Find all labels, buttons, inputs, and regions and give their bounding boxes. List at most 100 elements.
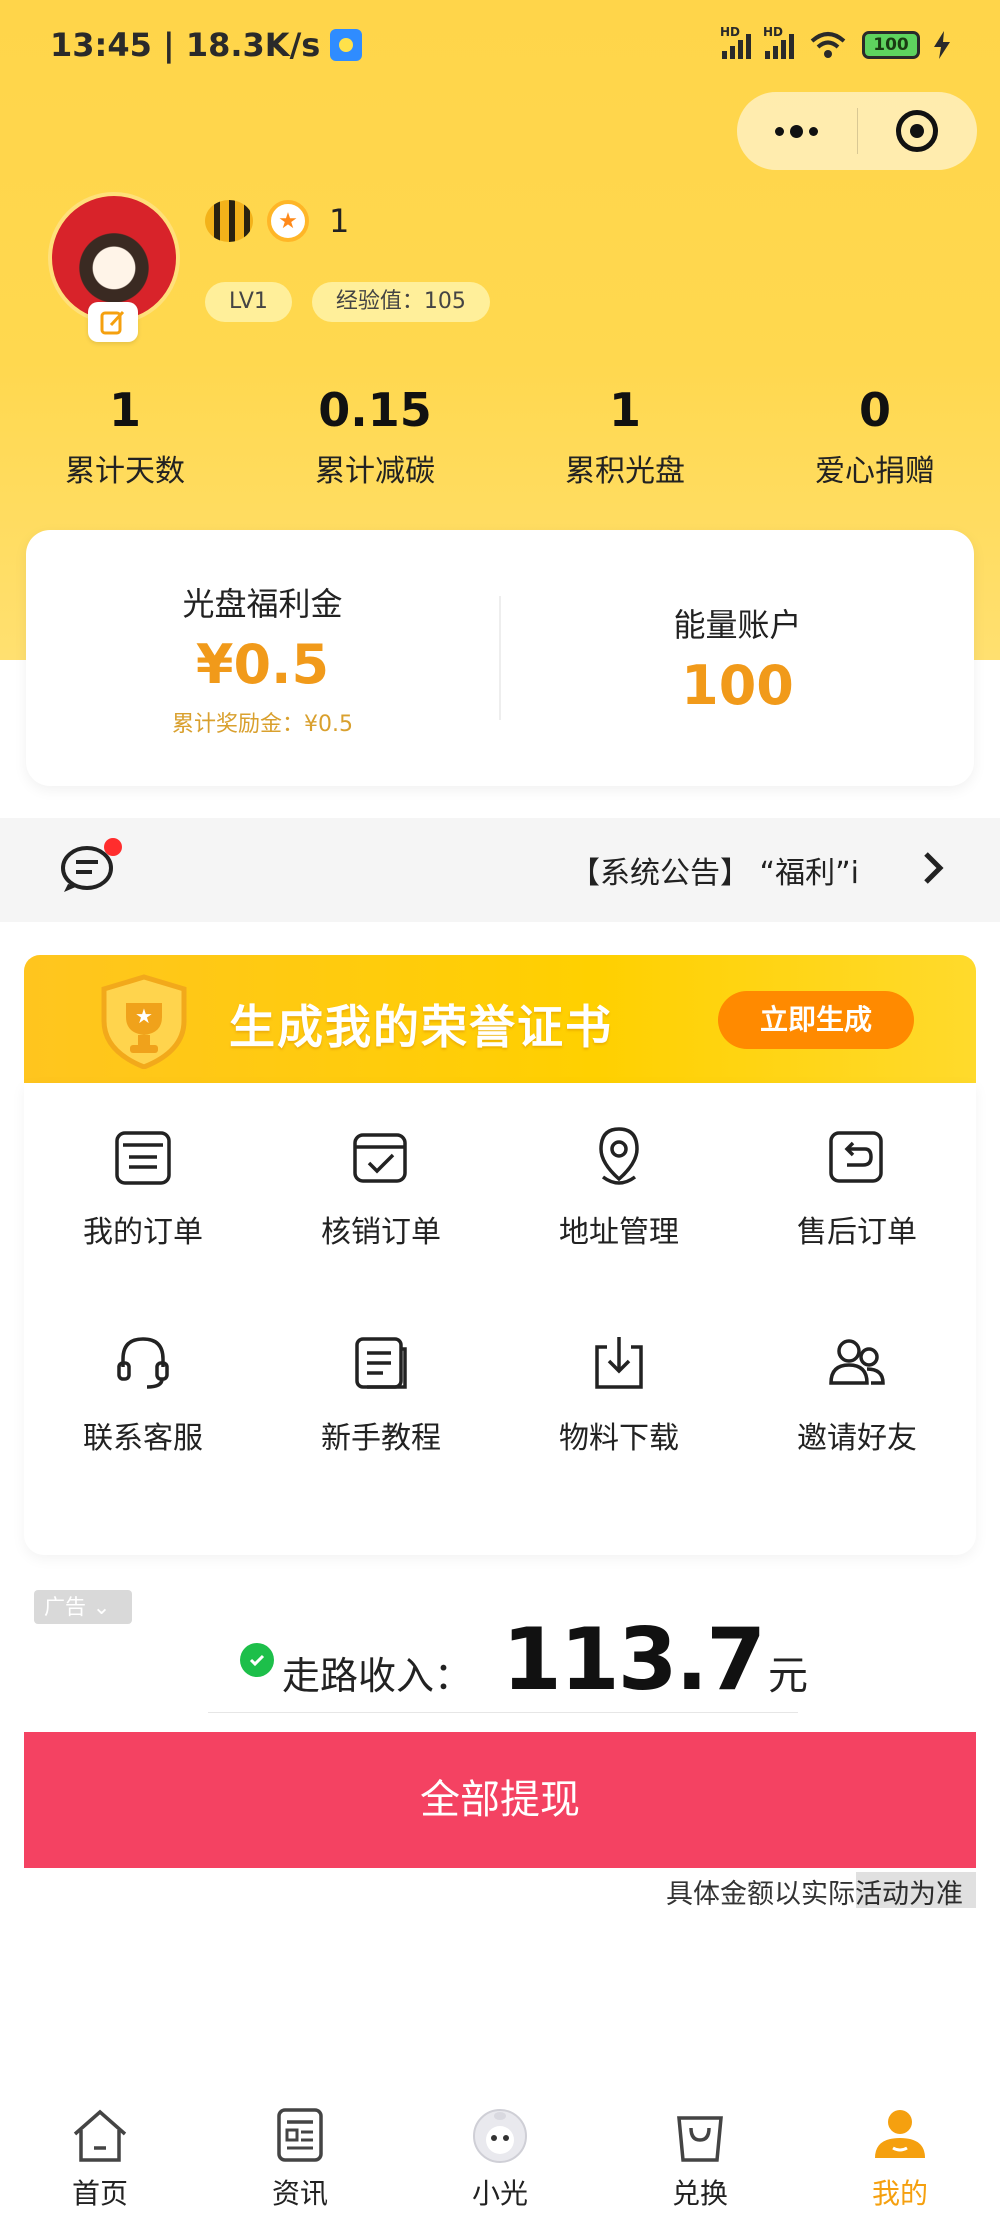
energy-title: 能量账户	[673, 605, 802, 644]
stat-label: 累计天数	[65, 454, 185, 489]
status-bar: 13:45 | 18.3K/s HD HD 100	[0, 0, 1000, 90]
order-list-icon	[115, 1131, 171, 1185]
stat-value: 0	[858, 383, 891, 437]
trophy-shield-icon: ★	[101, 974, 187, 1069]
stat-value: 0.15	[318, 383, 432, 437]
stat-item[interactable]: 0.15 累计减碳	[250, 380, 500, 490]
walk-income-amount: 113.7	[502, 1610, 766, 1710]
signal-icon: HD	[720, 25, 751, 59]
menu-label: 物料下载	[559, 1421, 679, 1456]
stat-value: 1	[108, 383, 141, 437]
tab-label: 兑换	[671, 2177, 728, 2210]
menu-item-invite[interactable]: 邀请好友	[738, 1329, 976, 1535]
menu-item-verify-orders[interactable]: 核销订单	[262, 1123, 500, 1329]
walk-income: 走路收入： 113.7 元	[240, 1610, 808, 1710]
stat-item[interactable]: 1 累计天数	[0, 380, 250, 490]
energy-amount: 100	[681, 653, 794, 717]
headset-icon	[117, 1337, 169, 1389]
news-icon	[277, 2108, 323, 2162]
menu-item-after-sale[interactable]: 售后订单	[738, 1123, 976, 1329]
invite-friends-icon	[829, 1339, 885, 1385]
menu-label: 地址管理	[559, 1215, 679, 1250]
chevron-down-icon: ⌄	[92, 1595, 111, 1619]
withdraw-all-button[interactable]: 全部提现	[24, 1732, 976, 1868]
ad-label: 广告	[44, 1595, 86, 1619]
walk-income-unit: 元	[768, 1653, 809, 1699]
tab-mine[interactable]: 我的	[800, 2090, 1000, 2222]
tab-label: 资讯	[271, 2177, 328, 2210]
notice-text: 【系统公告】 “福利”i	[570, 856, 859, 891]
user-icon	[875, 2110, 925, 2158]
menu-label: 联系客服	[83, 1421, 203, 1456]
welfare-subtotal: 累计奖励金：¥0.5	[172, 711, 353, 737]
generate-certificate-button[interactable]: 立即生成	[718, 991, 914, 1049]
menu-item-address[interactable]: 地址管理	[500, 1123, 738, 1329]
menu-item-customer-service[interactable]: 联系客服	[24, 1329, 262, 1535]
walk-income-label: 走路收入：	[282, 1654, 473, 1698]
bottom-tab-bar: 首页 资讯 小光 兑换 我的	[0, 2090, 1000, 2222]
tab-label: 小光	[471, 2177, 528, 2210]
menu-item-download[interactable]: 物料下载	[500, 1329, 738, 1535]
menu-label: 售后订单	[797, 1215, 917, 1250]
tab-xiaoguang[interactable]: 小光	[400, 2090, 600, 2222]
menu-label: 核销订单	[321, 1215, 441, 1250]
stat-item[interactable]: 1 累积光盘	[500, 380, 750, 490]
divider	[208, 1712, 798, 1713]
stat-label: 累积光盘	[565, 454, 685, 489]
welfare-fund[interactable]: 光盘福利金 ¥0.5 累计奖励金：¥0.5	[26, 579, 499, 738]
chevron-right-icon	[924, 852, 944, 884]
verify-order-icon	[353, 1133, 407, 1183]
more-dots-icon	[775, 124, 819, 138]
bee-badge-icon	[205, 200, 253, 242]
miniprogram-capsule	[737, 92, 977, 170]
shopping-bag-icon	[677, 2116, 723, 2162]
status-time-speed: 13:45 | 18.3K/s	[50, 26, 321, 64]
menu-label: 新手教程	[321, 1421, 441, 1456]
tab-label: 首页	[71, 2177, 128, 2210]
wallet-card: 光盘福利金 ¥0.5 累计奖励金：¥0.5 能量账户 100	[26, 530, 974, 786]
menu-item-tutorial[interactable]: 新手教程	[262, 1329, 500, 1535]
check-circle-icon	[240, 1643, 274, 1677]
home-icon	[73, 2109, 127, 2162]
certificate-banner[interactable]: ★ 生成我的荣誉证书 立即生成	[24, 955, 976, 1083]
unread-dot	[104, 838, 122, 856]
menu-item-my-orders[interactable]: 我的订单	[24, 1123, 262, 1329]
notification-app-icon	[330, 29, 363, 61]
close-miniprogram-button[interactable]	[858, 92, 978, 170]
mascot-icon	[473, 2109, 527, 2163]
edit-profile-button[interactable]	[88, 302, 138, 342]
menu-label: 我的订单	[83, 1215, 203, 1250]
notice-bar[interactable]: 【系统公告】 “福利”i	[0, 818, 1000, 922]
stat-item[interactable]: 0 爱心捐赠	[750, 380, 1000, 490]
ad-tag[interactable]: 广告 ⌄	[34, 1590, 132, 1624]
tutorial-doc-icon	[355, 1337, 407, 1389]
location-pin-icon	[599, 1127, 639, 1185]
charging-bolt-icon	[934, 31, 950, 59]
more-menu-button[interactable]	[737, 92, 857, 170]
download-icon	[595, 1337, 643, 1389]
stats-row: 1 累计天数 0.15 累计减碳 1 累积光盘 0 爱心捐赠	[0, 380, 1000, 490]
welfare-amount: ¥0.5	[195, 632, 330, 696]
menu-label: 邀请好友	[797, 1421, 917, 1456]
energy-account[interactable]: 能量账户 100	[501, 600, 974, 717]
welfare-title: 光盘福利金	[182, 584, 343, 623]
overlay-shade	[856, 1872, 976, 1908]
tab-label: 我的	[871, 2177, 928, 2210]
edit-icon	[100, 310, 125, 335]
stat-label: 累计减碳	[315, 454, 435, 489]
signal-icon: HD	[763, 25, 794, 59]
tab-exchange[interactable]: 兑换	[600, 2090, 800, 2222]
stat-value: 1	[608, 383, 641, 437]
battery-icon: 100	[862, 31, 920, 59]
function-grid: 我的订单 核销订单 地址管理 售后订单 联系客服 新手教程 物料下载 邀请好友	[24, 1083, 976, 1555]
after-sale-icon	[829, 1131, 883, 1183]
tab-home[interactable]: 首页	[0, 2090, 200, 2222]
medal-count: 1	[329, 202, 350, 240]
level-badge: LV1	[205, 282, 292, 322]
tab-news[interactable]: 资讯	[200, 2090, 400, 2222]
certificate-title: 生成我的荣誉证书	[229, 1000, 613, 1054]
target-circle-icon	[896, 110, 939, 152]
wifi-icon	[810, 32, 846, 58]
exp-badge: 经验值：105	[311, 282, 490, 322]
medal-icon[interactable]: ★	[267, 200, 309, 242]
